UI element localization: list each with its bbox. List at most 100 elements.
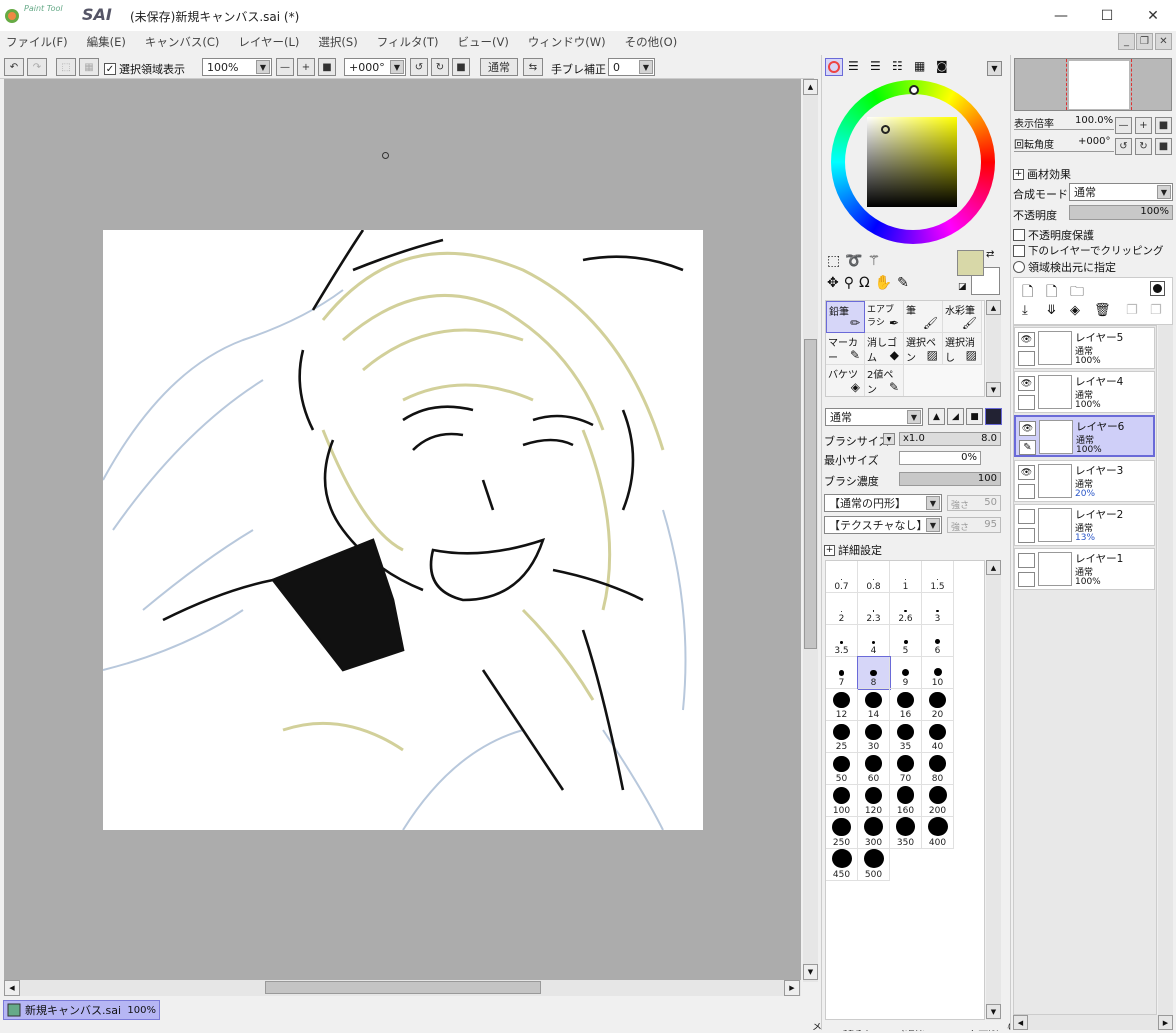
eye-icon[interactable]: 👁: [1018, 376, 1035, 391]
layer-item[interactable]: レイヤー2 通常 13%: [1014, 504, 1155, 546]
layer-list-scrollbar[interactable]: [1158, 325, 1173, 1015]
invert-selection-icon[interactable]: ▦: [79, 58, 99, 76]
min-size-slider[interactable]: 0%: [899, 451, 981, 465]
size-preset-50[interactable]: 50: [826, 753, 858, 785]
brush-watercolor[interactable]: 水彩筆 🖌: [943, 301, 982, 333]
nav-zoom-reset-icon[interactable]: ■: [1155, 117, 1172, 134]
layer-opacity-slider[interactable]: 100%: [1069, 205, 1173, 220]
zoom-reset-icon[interactable]: ■: [318, 58, 336, 76]
detail-settings-toggle[interactable]: + 詳細設定: [824, 542, 882, 558]
canvas-tab[interactable]: 新規キャンバス.sai 100%: [3, 1000, 160, 1020]
layer-item[interactable]: 👁 レイヤー3 通常 20%: [1014, 460, 1155, 502]
size-preset-1[interactable]: 1: [890, 561, 922, 593]
size-preset-200[interactable]: 200: [922, 785, 954, 817]
new-linework-layer-icon[interactable]: 🗋: [1046, 281, 1057, 305]
size-presets-scrollbar[interactable]: ▲ ▼: [986, 560, 1001, 1020]
chevron-down-icon[interactable]: ▼: [883, 433, 895, 445]
scroll-left-icon[interactable]: ◀: [4, 980, 20, 996]
radio-icon[interactable]: [1013, 261, 1025, 273]
undo-icon[interactable]: ↶: [4, 58, 24, 76]
layer-list-hscrollbar[interactable]: ◀ ▶: [1013, 1015, 1173, 1030]
size-preset-9[interactable]: 9: [890, 657, 922, 689]
size-preset-3-5[interactable]: 3.5: [826, 625, 858, 657]
hue-handle[interactable]: [909, 85, 919, 95]
nav-zoom-in-icon[interactable]: +: [1135, 117, 1152, 134]
brush-pencil[interactable]: 鉛筆 ✏: [826, 301, 865, 333]
move-icon[interactable]: ✥: [827, 275, 844, 291]
delete-layer-icon[interactable]: 🗑: [1094, 303, 1111, 318]
checkbox-checked-icon[interactable]: ✓: [104, 63, 116, 75]
menu-window[interactable]: ウィンドウ(W): [528, 34, 606, 50]
layer-lock-checkbox[interactable]: [1018, 351, 1035, 366]
color-wheel[interactable]: [831, 80, 995, 244]
new-folder-icon[interactable]: 🗀: [1070, 281, 1084, 305]
primary-color-swatch[interactable]: [957, 250, 984, 276]
preserve-opacity-option[interactable]: 不透明度保護: [1013, 227, 1094, 243]
transfer-down-icon[interactable]: ⤓: [1022, 303, 1028, 318]
brush-binary-pen[interactable]: 2値ペン ✎: [865, 365, 904, 396]
close-button[interactable]: ✕: [1130, 0, 1176, 31]
brush-shape-strength[interactable]: 強さ 50: [947, 495, 1001, 511]
brush-eraser[interactable]: 消しゴム ◆: [865, 333, 904, 365]
scroll-down-icon[interactable]: ▼: [986, 1004, 1001, 1019]
rotate-icon[interactable]: Ω: [859, 275, 875, 291]
maximize-button[interactable]: ☐: [1084, 0, 1130, 31]
hand-icon[interactable]: ✋: [875, 275, 897, 291]
paper-effect-toggle[interactable]: + 画材効果: [1013, 166, 1071, 182]
edge-solid-icon[interactable]: [985, 408, 1002, 425]
size-preset-5[interactable]: 5: [890, 625, 922, 657]
size-preset-450[interactable]: 450: [826, 849, 858, 881]
color-wheel-tab-icon[interactable]: [825, 58, 843, 76]
menu-canvas[interactable]: キャンバス(C): [145, 34, 220, 50]
nav-zoom-out-icon[interactable]: —: [1115, 117, 1132, 134]
intermediate-color-tab-icon[interactable]: ☷: [892, 59, 903, 73]
rotation-select[interactable]: +000° ▼: [344, 58, 406, 76]
size-preset-2[interactable]: 2: [826, 593, 858, 625]
hsv-slider-tab-icon[interactable]: ☰: [870, 59, 881, 73]
rect-select-icon[interactable]: ⬚: [827, 253, 845, 269]
size-preset-300[interactable]: 300: [858, 817, 890, 849]
lasso-icon[interactable]: ➰: [845, 253, 867, 269]
scroll-thumb[interactable]: [265, 981, 541, 994]
mdi-close-icon[interactable]: ✕: [1155, 33, 1172, 50]
size-preset-10[interactable]: 10: [922, 657, 954, 689]
scroll-left-icon[interactable]: ◀: [1013, 1015, 1028, 1030]
pen-edit-icon[interactable]: ✎: [1019, 440, 1036, 455]
sv-handle[interactable]: [881, 125, 890, 134]
scroll-up-icon[interactable]: ▲: [986, 300, 1001, 315]
scroll-up-icon[interactable]: ▲: [986, 560, 1001, 575]
copy-layer-icon[interactable]: ❐: [1126, 303, 1138, 318]
size-preset-70[interactable]: 70: [890, 753, 922, 785]
size-preset-40[interactable]: 40: [922, 721, 954, 753]
panel-menu-icon[interactable]: ▼: [987, 61, 1002, 76]
layer-lock-checkbox[interactable]: [1018, 395, 1035, 410]
menu-layer[interactable]: レイヤー(L): [238, 34, 299, 50]
scroll-right-icon[interactable]: ▶: [1158, 1015, 1173, 1030]
rotate-right-icon[interactable]: ↻: [431, 58, 449, 76]
size-preset-120[interactable]: 120: [858, 785, 890, 817]
merge-down-icon[interactable]: ⤋: [1046, 303, 1057, 318]
size-preset-2-6[interactable]: 2.6: [890, 593, 922, 625]
size-preset-60[interactable]: 60: [858, 753, 890, 785]
size-preset-4[interactable]: 4: [858, 625, 890, 657]
brush-density-slider[interactable]: 100: [899, 472, 1001, 486]
rgb-slider-tab-icon[interactable]: ☰: [848, 59, 859, 73]
scroll-up-icon[interactable]: ▲: [803, 79, 818, 95]
zoom-select[interactable]: 100% ▼: [202, 58, 272, 76]
swap-colors-icon[interactable]: ⇄: [986, 249, 994, 260]
scroll-down-icon[interactable]: ▼: [803, 964, 818, 980]
brush-select-pen[interactable]: 選択ペン ▨: [904, 333, 943, 365]
rotate-left-icon[interactable]: ↺: [410, 58, 428, 76]
layer-lock-checkbox[interactable]: [1018, 484, 1035, 499]
size-preset-2-3[interactable]: 2.3: [858, 593, 890, 625]
brush-texture-strength[interactable]: 強さ 95: [947, 517, 1001, 533]
reset-colors-icon[interactable]: ◪: [958, 282, 967, 292]
edge-hard-icon[interactable]: ■: [966, 408, 983, 425]
eye-icon[interactable]: 👁: [1018, 332, 1035, 347]
brush-texture-select[interactable]: 【テクスチャなし】 ▼: [824, 516, 942, 534]
size-preset-30[interactable]: 30: [858, 721, 890, 753]
zoom-out-icon[interactable]: —: [276, 58, 294, 76]
nav-rotate-left-icon[interactable]: ↺: [1115, 138, 1132, 155]
size-preset-3[interactable]: 3: [922, 593, 954, 625]
size-preset-16[interactable]: 16: [890, 689, 922, 721]
